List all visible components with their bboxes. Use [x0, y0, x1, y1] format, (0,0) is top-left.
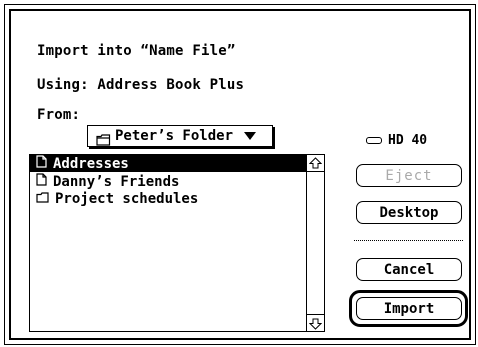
desktop-button[interactable]: Desktop [356, 201, 462, 224]
file-list[interactable]: Addresses Danny’s Friends Project schedu… [29, 154, 325, 332]
list-item-label: Project schedules [55, 190, 199, 207]
document-icon [36, 173, 47, 190]
scroll-down-arrow-icon[interactable] [307, 314, 324, 331]
hard-drive-icon [366, 137, 382, 144]
folder-popup-menu[interactable]: Peter’s Folder [87, 125, 273, 147]
drive-indicator: HD 40 [366, 133, 427, 148]
drive-label: HD 40 [388, 133, 428, 148]
list-item-label: Danny’s Friends [53, 173, 180, 190]
document-icon [36, 155, 47, 172]
list-item[interactable]: Danny’s Friends [30, 173, 306, 190]
eject-button[interactable]: Eject [356, 164, 462, 187]
vertical-scrollbar[interactable] [306, 155, 324, 331]
import-button[interactable]: Import [356, 297, 462, 320]
folder-popup-label: Peter’s Folder [115, 128, 234, 144]
import-into-label: Import into “Name File” [37, 43, 236, 59]
popup-triangle-icon [244, 132, 257, 140]
scroll-up-arrow-icon[interactable] [307, 155, 324, 172]
file-list-body: Addresses Danny’s Friends Project schedu… [30, 155, 306, 331]
button-divider [354, 240, 463, 241]
from-label: From: [37, 107, 81, 123]
using-label: Using: Address Book Plus [37, 77, 245, 93]
list-item-label: Addresses [53, 155, 129, 172]
list-item[interactable]: Project schedules [30, 190, 306, 207]
folder-icon [36, 191, 49, 207]
cancel-button[interactable]: Cancel [356, 258, 462, 281]
list-item[interactable]: Addresses [30, 155, 306, 172]
folder-icon [96, 131, 111, 146]
